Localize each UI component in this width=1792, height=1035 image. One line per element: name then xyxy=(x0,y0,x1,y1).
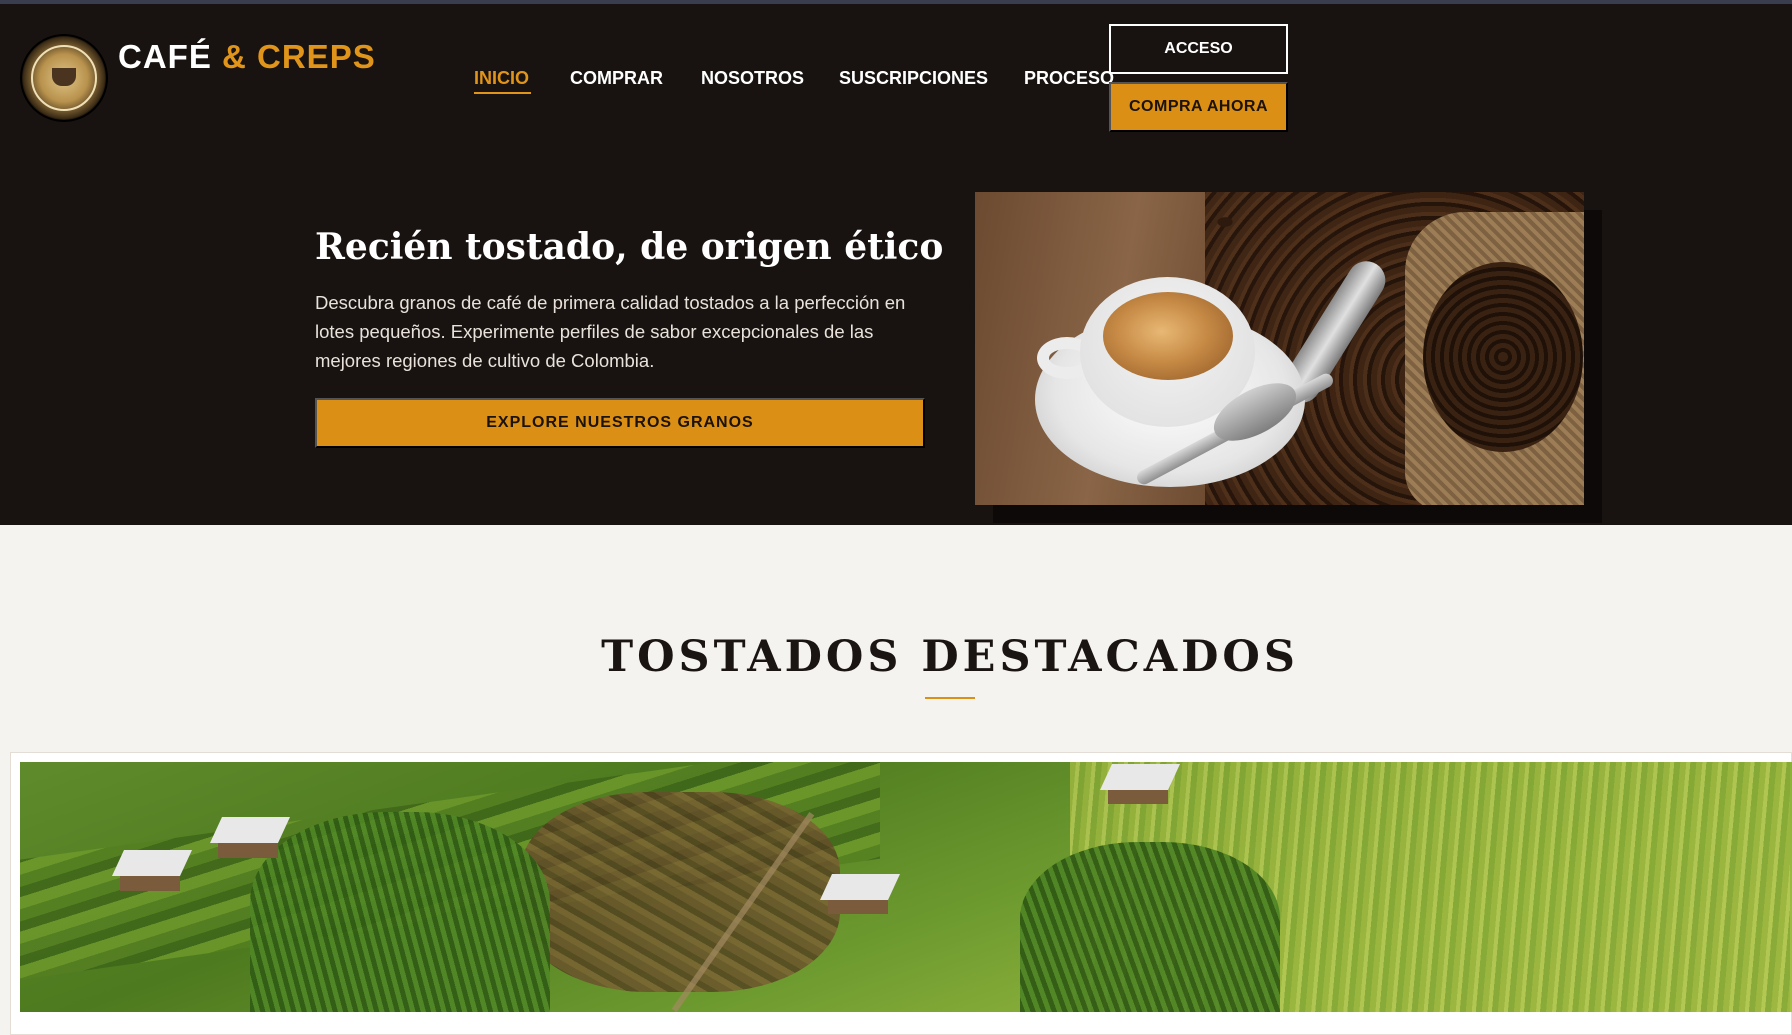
hero-coffee-image xyxy=(975,192,1584,505)
hero-title: Recién tostado, de origen ético xyxy=(315,226,944,268)
brand-name-accent: & CREPS xyxy=(222,38,376,75)
buy-now-button[interactable]: COMPRA AHORA xyxy=(1109,82,1288,132)
house-roof-graphic xyxy=(112,850,192,876)
explore-beans-button[interactable]: EXPLORE NUESTROS GRANOS xyxy=(315,398,925,448)
coffee-farm-image xyxy=(20,762,1792,1012)
nav-item-inicio[interactable]: INICIO xyxy=(474,68,529,89)
nav-item-nosotros[interactable]: NOSOTROS xyxy=(701,68,804,89)
brand-logo[interactable] xyxy=(20,34,108,122)
corn-plants-graphic xyxy=(1020,842,1280,1012)
nav-item-proceso[interactable]: PROCESO xyxy=(1024,68,1114,89)
sack-beans-graphic xyxy=(1423,262,1583,452)
plowed-field-graphic xyxy=(520,792,840,992)
nav-active-underline xyxy=(474,92,531,94)
house-roof-graphic xyxy=(820,874,900,900)
nav-item-suscripciones[interactable]: SUSCRIPCIONES xyxy=(839,68,988,89)
featured-section-title: TOSTADOS DESTACADOS xyxy=(601,632,1299,682)
house-roof-graphic xyxy=(1100,764,1180,790)
nav-item-comprar[interactable]: COMPRAR xyxy=(570,68,663,89)
brand-name-main: CAFÉ xyxy=(118,38,212,75)
espresso-crema-graphic xyxy=(1103,292,1233,380)
featured-title-rule xyxy=(925,697,975,699)
house-roof-graphic xyxy=(210,817,290,843)
hero-description: Descubra granos de café de primera calid… xyxy=(315,292,906,371)
brand-name[interactable]: CAFÉ & CREPS xyxy=(118,38,376,76)
login-button[interactable]: ACCESO xyxy=(1109,24,1288,74)
corn-plants-graphic xyxy=(250,812,550,1012)
logo-cup-icon xyxy=(52,68,76,86)
